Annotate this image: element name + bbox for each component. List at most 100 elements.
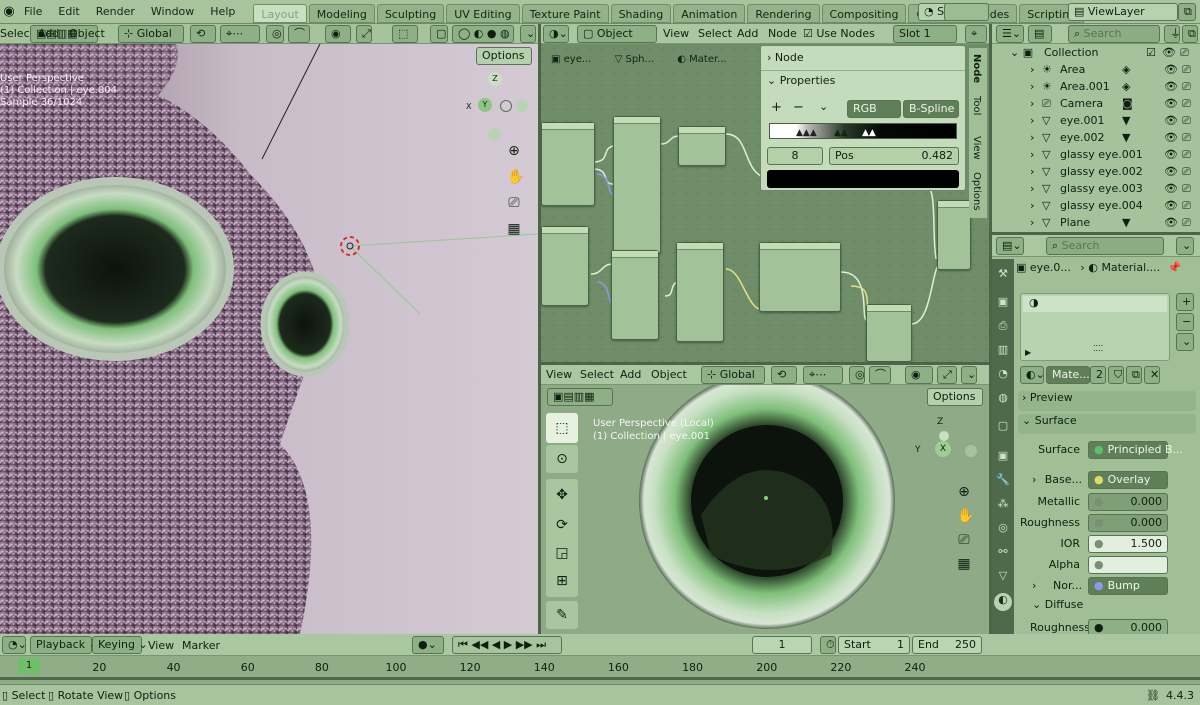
property-value-field[interactable]: ● Principled B... <box>1088 441 1183 459</box>
outliner-item[interactable]: › ☀ Area.001 ◈ 👁 ⎚ <box>992 78 1200 95</box>
expand-chevron-icon[interactable]: › <box>1030 131 1034 144</box>
color-ramp-gradient[interactable]: ▲▲▲ ▲▲ ▲▲ <box>769 123 957 139</box>
node-section-header[interactable]: › Node <box>767 51 804 64</box>
duplicate-material-icon[interactable]: ⧉ <box>1126 366 1142 384</box>
material-tab-icon[interactable]: ◐ <box>994 593 1012 611</box>
node-texture-coordinate[interactable] <box>541 122 595 206</box>
visibility-eye-icon[interactable]: 👁 <box>1164 199 1178 212</box>
shading-options[interactable]: ⌄ <box>520 25 536 43</box>
scale-tool-icon[interactable]: ◲ <box>546 539 578 567</box>
add-stop-icon[interactable]: + <box>771 100 782 115</box>
outliner-new-collection-button[interactable]: ⧉ <box>1182 25 1198 43</box>
menu-add[interactable]: Add <box>38 27 59 40</box>
fake-user-shield-icon[interactable]: ⛉ <box>1108 366 1124 384</box>
overlay-toggle[interactable]: ⬚ <box>392 25 418 43</box>
list-resize-icon[interactable]: ▶ <box>1025 348 1031 357</box>
stop-position-field[interactable]: Pos 0.482 <box>829 147 959 165</box>
bottom-zoom-icon[interactable]: ⊕ <box>957 485 971 499</box>
render-camera-icon[interactable]: ⎚ <box>1182 114 1191 128</box>
zoom-icon[interactable]: ⊕ <box>507 144 521 158</box>
sidebar-tab-tool[interactable]: Tool <box>971 96 982 115</box>
menu-file[interactable]: File <box>16 0 50 24</box>
collection-camera-icon[interactable]: ⎚ <box>1180 46 1189 60</box>
ortho-grid-icon[interactable]: ▦ <box>507 222 521 236</box>
particles-tab-icon[interactable]: ⁂ <box>996 497 1010 511</box>
expand-chevron-icon[interactable]: › <box>1032 473 1036 486</box>
node-color-ramp[interactable] <box>759 242 841 312</box>
auto-keying-toggle[interactable]: ●⌄ <box>412 636 444 654</box>
select-box-tool-icon[interactable]: ⬚ <box>546 413 578 443</box>
visibility-eye-icon[interactable]: 👁 <box>1164 131 1178 144</box>
properties-section-header[interactable]: ⌄ Properties <box>767 74 835 87</box>
constraints-tab-icon[interactable]: ⚯ <box>996 545 1010 559</box>
collection-visibility-icon[interactable]: 👁 <box>1162 46 1176 59</box>
outliner-item[interactable]: › ⎚ Camera ◙ 👁 ⎚ <box>992 95 1200 112</box>
scene-tab-icon[interactable]: ◔ <box>996 367 1010 381</box>
move-tool-icon[interactable]: ✥ <box>546 481 578 509</box>
unlink-material-icon[interactable]: ✕ <box>1144 366 1160 384</box>
shader-type-dropdown[interactable]: ▢ Object <box>577 25 657 43</box>
outliner-item[interactable]: › ▽ glassy eye.004 👁 ⎚ <box>992 197 1200 214</box>
property-value-field[interactable]: ● 0.000 <box>1088 493 1168 511</box>
bottom-gizmo-z-axis[interactable]: Z <box>937 417 943 427</box>
browse-material-button[interactable]: ◐⌄ <box>1020 366 1045 384</box>
property-value-field[interactable]: ● <box>1088 556 1168 574</box>
gizmo-toggle[interactable]: ⤢ <box>356 25 372 43</box>
stop-color-swatch[interactable] <box>767 170 959 188</box>
property-value-field[interactable]: ● 0.000 <box>1088 514 1168 532</box>
outliner-item[interactable]: › ▽ glassy eye.001 👁 ⎚ <box>992 146 1200 163</box>
start-frame-field[interactable]: Start 1 <box>838 636 910 654</box>
copy-view-layer-button[interactable]: ⧉ <box>1178 3 1196 21</box>
output-tab-icon[interactable]: ⎙ <box>996 319 1010 333</box>
node-menu-node[interactable]: Node <box>768 27 797 40</box>
visibility-eye-icon[interactable]: 👁 <box>1164 114 1178 127</box>
navigation-gizmo[interactable]: Z X Y <box>466 72 528 142</box>
visibility-eye-icon[interactable]: 👁 <box>1164 148 1178 161</box>
end-frame-field[interactable]: End 250 <box>912 636 982 654</box>
options-button[interactable]: Options <box>476 47 532 65</box>
visibility-eye-icon[interactable]: 👁 <box>1164 63 1178 76</box>
scene-name-field[interactable] <box>944 3 989 21</box>
bottom-proportional-toggle[interactable]: ◎ <box>849 366 865 384</box>
timeline-ruler[interactable]: 20 40 60 80 100 120 140 160 180 200 220 240 <box>0 658 1200 682</box>
playhead-frame-indicator[interactable]: 1 <box>18 658 40 674</box>
bottom-menu-object[interactable]: Object <box>651 368 687 381</box>
sidebar-tab-view[interactable]: View <box>971 136 982 160</box>
diffuse-roughness-field[interactable]: ● 0.000 <box>1088 619 1168 634</box>
node-menu-add[interactable]: Add <box>737 27 758 40</box>
expand-chevron-icon[interactable]: › <box>1030 148 1034 161</box>
bottom-options-button[interactable]: Options <box>927 388 983 406</box>
expand-chevron-icon[interactable]: › <box>1030 216 1034 229</box>
properties-options-button[interactable]: ⌄ <box>1176 237 1194 255</box>
tab-texture-paint[interactable]: Texture Paint <box>521 3 609 23</box>
blender-logo-icon[interactable]: ◉ <box>2 4 16 19</box>
ramp-stop-marker[interactable]: ▲▲▲ <box>796 128 817 138</box>
gizmo-z-axis[interactable]: Z <box>488 72 502 86</box>
render-camera-icon[interactable]: ⎚ <box>1182 63 1191 77</box>
expand-chevron-icon[interactable]: › <box>1030 199 1034 212</box>
viewport-bottom[interactable]: View Select Add Object ⊹ Global ⟲ ⌖⋯ ◎ ⌒… <box>541 365 989 634</box>
preview-range-clock-icon[interactable]: ⏱ <box>820 636 836 654</box>
visibility-eye-icon[interactable]: 👁 <box>1164 165 1178 178</box>
node-menu-select[interactable]: Select <box>698 27 732 40</box>
surface-panel-header[interactable]: ⌄ Surface <box>1018 414 1196 434</box>
pivot-dropdown[interactable]: ⟲ <box>190 25 216 43</box>
node-bump[interactable] <box>866 304 912 362</box>
render-tab-icon[interactable]: ▣ <box>996 295 1010 309</box>
node-noise-texture[interactable] <box>676 242 724 342</box>
bottom-pan-hand-icon[interactable]: ✋ <box>957 509 974 523</box>
ramp-options-icon[interactable]: ⌄ <box>819 100 828 113</box>
node-mix[interactable] <box>937 200 971 270</box>
menu-render[interactable]: Render <box>88 0 143 24</box>
outliner-item[interactable]: › ☀ Area ◈ 👁 ⎚ <box>992 61 1200 78</box>
outliner-display-mode[interactable]: ▤ <box>1028 25 1052 43</box>
ramp-stop-marker-dark[interactable]: ▲▲ <box>862 128 876 138</box>
render-camera-icon[interactable]: ⎚ <box>1182 182 1191 196</box>
render-camera-icon[interactable]: ⎚ <box>1182 97 1191 111</box>
node-editor[interactable]: ◑⌄ ▢ Object View Select Add Node ☑ Use N… <box>541 24 989 362</box>
shading-mode-buttons[interactable]: ◯ ◐ ● ◍ <box>452 25 514 43</box>
bottom-camera-view-icon[interactable]: ⎚ <box>957 533 971 547</box>
orientation-dropdown[interactable]: ⊹ Global <box>118 25 184 43</box>
diffuse-subpanel-header[interactable]: ⌄ Diffuse <box>1032 598 1083 611</box>
render-camera-icon[interactable]: ⎚ <box>1182 165 1191 179</box>
